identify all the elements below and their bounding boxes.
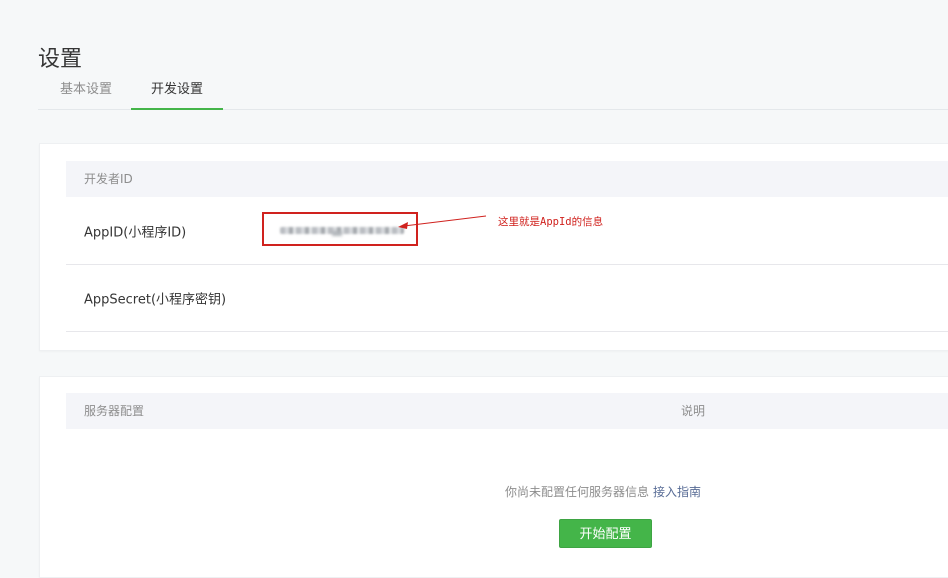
annotation-text: 这里就是AppId的信息: [498, 216, 604, 228]
empty-server-text: 你尚未配置任何服务器信息: [505, 485, 650, 499]
appid-row: AppID(小程序ID): [66, 197, 948, 265]
settings-tabs: 基本设置 开发设置: [38, 78, 948, 110]
annotation-arrow: [398, 215, 487, 229]
appid-highlight-box: [262, 212, 418, 246]
appid-label: AppID(小程序ID): [84, 225, 187, 240]
tab-dev-settings[interactable]: 开发设置: [131, 78, 223, 110]
access-guide-link[interactable]: 接入指南: [653, 485, 701, 499]
empty-server-message: 你尚未配置任何服务器信息 接入指南: [505, 483, 701, 500]
tab-basic-settings[interactable]: 基本设置: [56, 78, 116, 108]
appsecret-row: AppSecret(小程序密钥): [66, 265, 948, 332]
developer-id-header-label: 开发者ID: [84, 172, 133, 186]
appid-value-blurred: [280, 227, 404, 234]
page-title: 设置: [38, 46, 83, 72]
developer-id-card: 开发者ID AppID(小程序ID) AppSecret(小程序密钥): [39, 143, 948, 351]
start-config-button[interactable]: 开始配置: [559, 519, 652, 548]
description-column: 说明: [681, 404, 706, 418]
developer-id-header: 开发者ID: [66, 161, 948, 197]
server-config-card: 服务器配置 说明: [39, 376, 948, 578]
server-config-column: 服务器配置: [84, 404, 145, 418]
server-config-header: 服务器配置 说明: [66, 393, 948, 429]
appsecret-label: AppSecret(小程序密钥): [84, 292, 227, 308]
